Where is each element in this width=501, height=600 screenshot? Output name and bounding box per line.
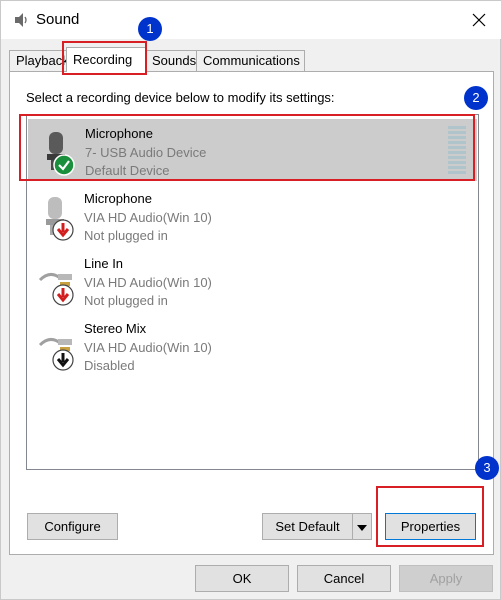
device-status: Disabled	[84, 358, 135, 373]
annotation-box-recording-tab	[62, 41, 147, 75]
set-default-button[interactable]: Set Default	[262, 513, 353, 540]
device-status: Not plugged in	[84, 293, 168, 308]
device-driver: VIA HD Audio(Win 10)	[84, 275, 212, 290]
unplugged-red-arrow-icon	[52, 284, 74, 306]
set-default-dropdown-button[interactable]	[352, 513, 372, 540]
annotation-box-properties	[376, 486, 484, 547]
panel-instruction: Select a recording device below to modif…	[26, 90, 335, 105]
device-stereo-mix[interactable]: Stereo Mix VIA HD Audio(Win 10) Disabled	[28, 315, 477, 377]
device-name: Stereo Mix	[84, 321, 147, 336]
tab-communications[interactable]: Communications	[196, 50, 305, 71]
annotation-marker-3: 3	[475, 456, 499, 480]
device-microphone-via[interactable]: Microphone VIA HD Audio(Win 10) Not plug…	[28, 185, 477, 247]
configure-button[interactable]: Configure	[27, 513, 118, 540]
speaker-icon	[12, 11, 30, 29]
close-button[interactable]	[456, 1, 501, 39]
tab-sounds[interactable]: Sounds	[145, 50, 197, 71]
tab-playback[interactable]: Playback	[9, 50, 69, 71]
device-line-in[interactable]: Line In VIA HD Audio(Win 10) Not plugged…	[28, 250, 477, 312]
chevron-down-icon	[357, 525, 367, 531]
unplugged-red-arrow-icon	[52, 219, 74, 241]
device-status: Not plugged in	[84, 228, 168, 243]
annotation-box-device	[19, 114, 475, 181]
device-name: Line In	[84, 256, 124, 271]
device-name: Microphone	[84, 191, 152, 206]
device-driver: VIA HD Audio(Win 10)	[84, 210, 212, 225]
disabled-down-arrow-icon	[52, 349, 74, 371]
title-bar: Sound	[1, 1, 501, 39]
close-icon	[472, 13, 486, 27]
ok-button[interactable]: OK	[195, 565, 289, 592]
sound-dialog: Sound Playback Recording Sounds Communic…	[0, 0, 501, 600]
annotation-marker-2: 2	[464, 86, 488, 110]
device-driver: VIA HD Audio(Win 10)	[84, 340, 212, 355]
apply-button[interactable]: Apply	[399, 565, 493, 592]
window-title: Sound	[36, 11, 80, 28]
annotation-marker-1: 1	[138, 17, 162, 41]
cancel-button[interactable]: Cancel	[297, 565, 391, 592]
